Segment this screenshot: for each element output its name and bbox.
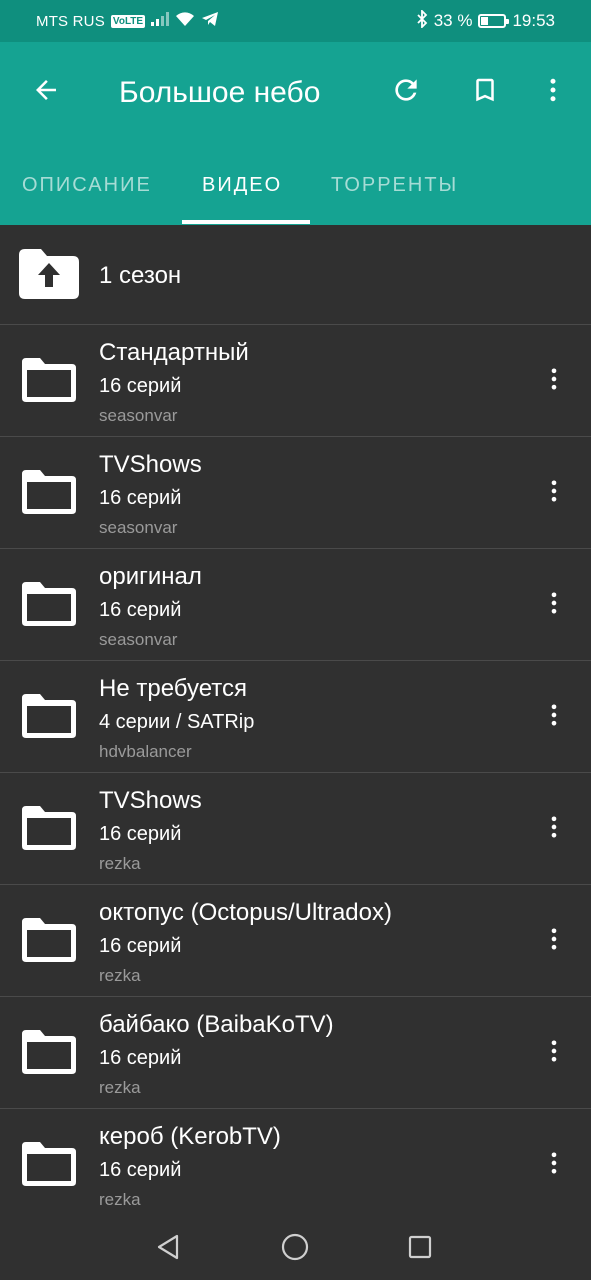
item-count: 16 серий (99, 599, 182, 621)
item-source: hdvbalancer (99, 742, 192, 761)
item-menu-button[interactable] (539, 695, 569, 735)
more-vert-icon (551, 1040, 557, 1062)
up-folder-item[interactable]: 1 сезон (0, 225, 591, 325)
nav-back-button[interactable] (152, 1230, 186, 1264)
tab-indicator (182, 220, 310, 224)
list-item[interactable]: байбако (BaibaKoTV) 16 серий rezka (0, 997, 591, 1109)
folder-icon (22, 918, 76, 962)
item-source: rezka (99, 1078, 141, 1097)
item-count: 16 серий (99, 1159, 182, 1181)
item-menu-button[interactable] (539, 919, 569, 959)
folder-icon (22, 470, 76, 514)
item-count: 16 серий (99, 487, 182, 509)
up-folder-label: 1 сезон (99, 262, 182, 289)
app-bar: Большое небо ОПИСАНИЕ ВИДЕО ТОРРЕНТЫ (0, 42, 591, 225)
refresh-icon (395, 79, 417, 101)
item-name: оригинал (99, 563, 202, 590)
item-source: seasonvar (99, 630, 178, 649)
tab-torrents[interactable]: ТОРРЕНТЫ (331, 174, 458, 197)
folder-icon (22, 806, 76, 850)
more-vert-icon (551, 816, 557, 838)
item-menu-button[interactable] (539, 807, 569, 847)
item-source: rezka (99, 1190, 141, 1209)
item-menu-button[interactable] (539, 359, 569, 399)
circle-home-icon (281, 1233, 309, 1261)
item-name: октопус (Octopus/Ultradox) (99, 899, 392, 926)
refresh-button[interactable] (384, 68, 428, 112)
more-vert-icon (551, 480, 557, 502)
signal-icon (151, 11, 170, 31)
item-name: TVShows (99, 787, 202, 814)
item-menu-button[interactable] (539, 1031, 569, 1071)
more-vert-icon (551, 1152, 557, 1174)
status-right: 33 % 19:53 (416, 0, 555, 42)
status-bar: MTS RUS VoLTE 33 % 19:53 (0, 0, 591, 42)
item-count: 4 серии / SATRip (99, 711, 255, 733)
triangle-back-icon (157, 1234, 179, 1260)
item-name: Стандартный (99, 339, 249, 366)
page-title: Большое небо (119, 76, 321, 109)
list-item[interactable]: октопус (Octopus/Ultradox) 16 серий rezk… (0, 885, 591, 997)
status-left: MTS RUS VoLTE (36, 0, 219, 42)
battery-icon (478, 14, 510, 28)
item-source: seasonvar (99, 518, 178, 537)
overflow-menu-button[interactable] (531, 68, 575, 112)
carrier-name: MTS RUS (36, 12, 105, 30)
item-name: Не требуется (99, 675, 247, 702)
item-count: 16 серий (99, 1047, 182, 1069)
item-name: TVShows (99, 451, 202, 478)
folder-icon (22, 1030, 76, 1074)
telegram-icon (201, 11, 219, 32)
item-name: кероб (KerobTV) (99, 1123, 281, 1150)
folder-icon (22, 694, 76, 738)
nav-home-button[interactable] (278, 1230, 312, 1264)
item-count: 16 серий (99, 375, 182, 397)
list-item[interactable]: кероб (KerobTV) 16 серий rezka (0, 1109, 591, 1220)
list-item[interactable]: Не требуется 4 серии / SATRip hdvbalance… (0, 661, 591, 773)
list-item[interactable]: TVShows 16 серий seasonvar (0, 437, 591, 549)
item-source: rezka (99, 966, 141, 985)
list-item[interactable]: оригинал 16 серий seasonvar (0, 549, 591, 661)
video-list: 1 сезон Стандартный 16 серий seasonvar T… (0, 225, 591, 1220)
tab-bar: ОПИСАНИЕ ВИДЕО ТОРРЕНТЫ (0, 164, 591, 225)
more-vert-icon (551, 704, 557, 726)
bookmark-button[interactable] (463, 68, 507, 112)
tab-description[interactable]: ОПИСАНИЕ (22, 174, 152, 197)
battery-percent: 33 % (433, 11, 473, 30)
more-vert-icon (550, 78, 556, 102)
list-item[interactable]: Стандартный 16 серий seasonvar (0, 325, 591, 437)
nav-recents-button[interactable] (403, 1230, 437, 1264)
folder-icon (22, 582, 76, 626)
folder-icon (22, 358, 76, 402)
volte-badge: VoLTE (110, 14, 146, 28)
item-menu-button[interactable] (539, 1143, 569, 1183)
more-vert-icon (551, 592, 557, 614)
wifi-icon (175, 11, 195, 32)
back-button[interactable] (26, 70, 66, 110)
folder-icon (22, 1142, 76, 1186)
more-vert-icon (551, 928, 557, 950)
square-recents-icon (408, 1235, 432, 1259)
item-source: rezka (99, 854, 141, 873)
item-source: seasonvar (99, 406, 178, 425)
folder-up-icon (19, 249, 79, 299)
item-name: байбако (BaibaKoTV) (99, 1011, 334, 1038)
item-menu-button[interactable] (539, 583, 569, 623)
bluetooth-icon (416, 8, 428, 33)
list-item[interactable]: TVShows 16 серий rezka (0, 773, 591, 885)
item-count: 16 серий (99, 935, 182, 957)
arrow-back-icon (36, 80, 56, 100)
system-nav-bar (0, 1212, 591, 1280)
more-vert-icon (551, 368, 557, 390)
clock: 19:53 (512, 11, 555, 30)
item-count: 16 серий (99, 823, 182, 845)
bookmark-icon (476, 78, 494, 102)
tab-video[interactable]: ВИДЕО (202, 174, 282, 197)
item-menu-button[interactable] (539, 471, 569, 511)
